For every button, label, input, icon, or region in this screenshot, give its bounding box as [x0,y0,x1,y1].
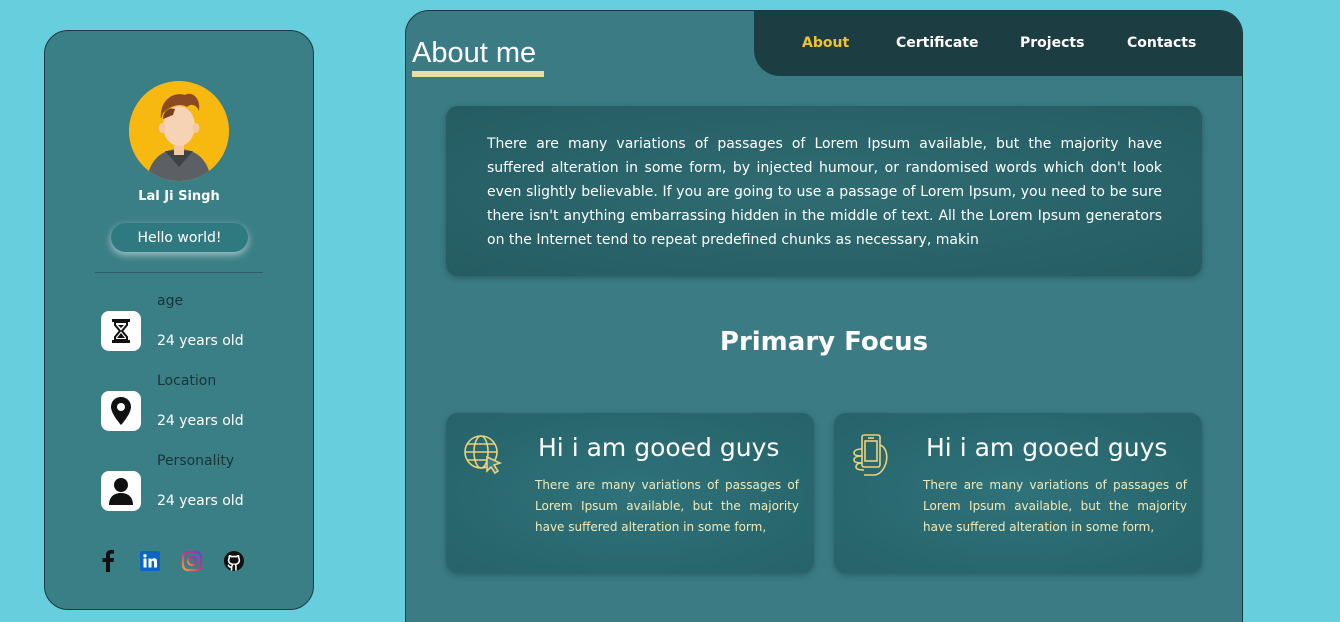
facebook-icon[interactable] [97,550,119,572]
main-panel: About me About Certificate Projects Cont… [405,10,1243,622]
page-title: About me [412,37,537,69]
nav-certificate[interactable]: Certificate [896,35,978,51]
info-label: Location [157,373,217,389]
focus-card-heading: Hi i am gooed guys [926,433,1168,462]
location-pin-icon [101,391,141,431]
avatar-illustration [129,81,229,181]
info-row-personality: Personality 24 years old [101,453,301,523]
info-value: 24 years old [157,333,244,349]
info-label: age [157,293,184,309]
top-navigation: About Certificate Projects Contacts [754,11,1242,76]
info-row-location: Location 24 years old [101,373,301,443]
person-icon [101,471,141,511]
info-value: 24 years old [157,413,244,429]
nav-contacts[interactable]: Contacts [1127,35,1196,51]
github-icon[interactable] [223,550,245,572]
focus-card-text: There are many variations of passages of… [535,478,799,534]
sidebar-divider [95,272,263,273]
instagram-icon[interactable] [181,550,203,572]
profile-name: Lal Ji Singh [138,189,220,204]
smartphone-hand-icon [850,433,892,476]
profile-sidebar: Lal Ji Singh Hello world! age 24 years o… [44,30,314,610]
info-row-age: age 24 years old [101,293,301,363]
hello-world-button[interactable]: Hello world! [111,223,248,252]
social-links [97,549,257,573]
focus-card: Hi i am gooed guys There are many variat… [834,413,1202,573]
about-text: There are many variations of passages of… [487,136,1162,248]
hourglass-icon [101,311,141,351]
info-value: 24 years old [157,493,244,509]
focus-card-text: There are many variations of passages of… [923,478,1187,534]
primary-focus-heading: Primary Focus [719,327,929,357]
focus-card-heading: Hi i am gooed guys [538,433,780,462]
info-label: Personality [157,453,235,469]
nav-projects[interactable]: Projects [1020,35,1084,51]
linkedin-icon[interactable] [139,550,161,572]
globe-cursor-icon [462,433,504,475]
nav-about[interactable]: About [802,35,849,51]
title-underline [412,71,544,77]
avatar [129,81,229,181]
about-card: There are many variations of passages of… [446,106,1202,276]
focus-card: Hi i am gooed guys There are many variat… [446,413,814,573]
